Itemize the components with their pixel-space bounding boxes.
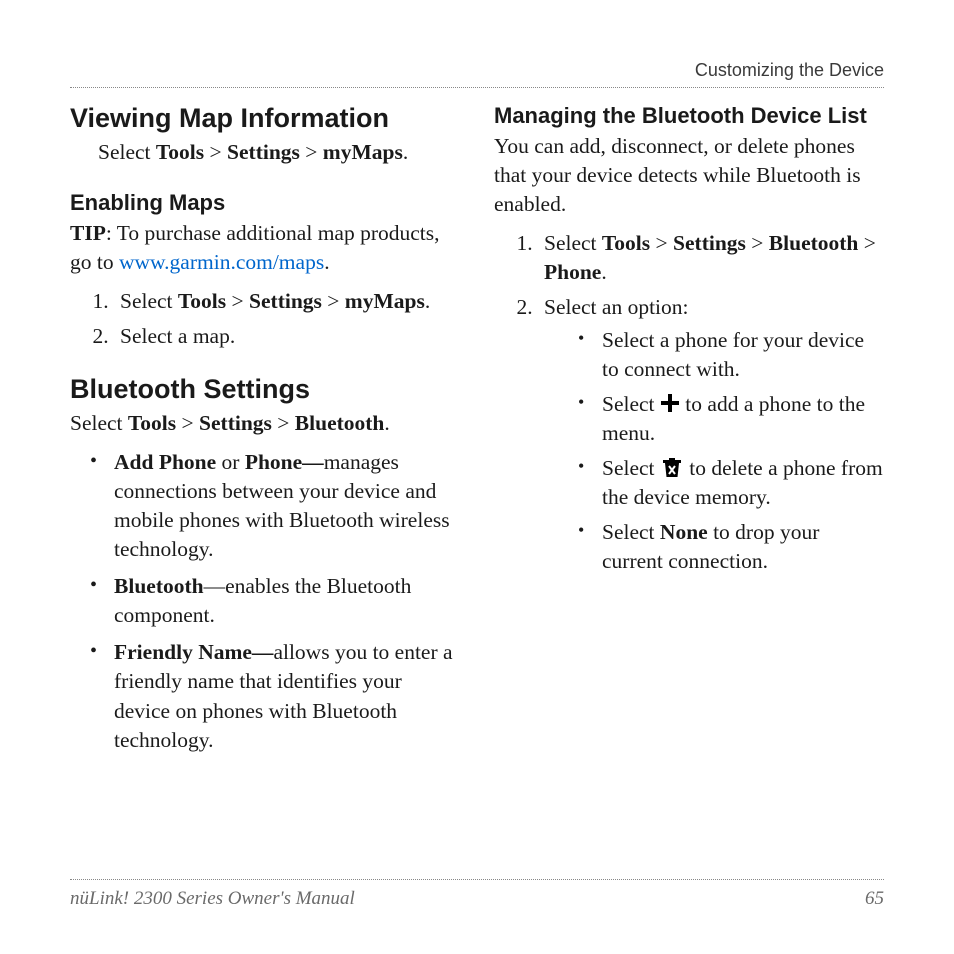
breadcrumb-period: . (601, 260, 606, 284)
list-item: Friendly Name—allows you to enter a frie… (86, 638, 460, 754)
breadcrumb-sep: > (322, 289, 345, 313)
plus-icon (660, 392, 680, 412)
managing-steps: Select Tools > Settings > Bluetooth > Ph… (494, 229, 884, 576)
option-bold: None (660, 520, 708, 544)
subheading-enabling-maps: Enabling Maps (70, 189, 460, 217)
list-item: Select None to drop your current connect… (574, 518, 884, 576)
list-item: Add Phone or Phone—manages connections b… (86, 448, 460, 564)
option-pre: Select (602, 392, 660, 416)
tip-period: . (324, 250, 329, 274)
manual-title: nüLink! 2300 Series Owner's Manual (70, 888, 355, 910)
breadcrumb-prefix: Select (98, 140, 156, 164)
right-column: Managing the Bluetooth Device List You c… (494, 102, 884, 763)
step-prefix: Select (544, 231, 602, 255)
setting-name: Friendly Name— (114, 640, 273, 664)
enabling-maps-steps: Select Tools > Settings > myMaps. Select… (70, 287, 460, 351)
breadcrumb-sep: > (650, 231, 673, 255)
trash-icon (660, 455, 684, 479)
breadcrumb-part: Settings (199, 411, 272, 435)
breadcrumb-viewing-map: Select Tools > Settings > myMaps. (70, 138, 460, 167)
breadcrumb-sep: > (176, 411, 199, 435)
list-item: Select a map. (114, 322, 460, 351)
managing-intro: You can add, disconnect, or delete phone… (494, 132, 884, 219)
step-prefix: Select (120, 289, 178, 313)
breadcrumb-part: myMaps (345, 289, 425, 313)
breadcrumb-part: Phone (544, 260, 601, 284)
breadcrumb-sep: > (746, 231, 769, 255)
breadcrumb-sep: > (226, 289, 249, 313)
page-footer: nüLink! 2300 Series Owner's Manual 65 (70, 879, 884, 910)
content-columns: Viewing Map Information Select Tools > S… (70, 102, 884, 763)
list-item: Select to add a phone to the menu. (574, 390, 884, 448)
breadcrumb-part: Settings (249, 289, 322, 313)
breadcrumb-period: . (384, 411, 389, 435)
breadcrumb-part: Bluetooth (769, 231, 859, 255)
list-item: Bluetooth—enables the Bluetooth componen… (86, 572, 460, 630)
setting-name: Add Phone (114, 450, 216, 474)
breadcrumb-part: Settings (227, 140, 300, 164)
breadcrumb-part: Tools (178, 289, 226, 313)
page-container: Customizing the Device Viewing Map Infor… (0, 0, 954, 954)
running-head: Customizing the Device (70, 60, 884, 88)
tip-label: TIP (70, 221, 106, 245)
option-pre: Select (602, 520, 660, 544)
list-item: Select Tools > Settings > myMaps. (114, 287, 460, 316)
subheading-managing-bluetooth: Managing the Bluetooth Device List (494, 102, 884, 130)
left-column: Viewing Map Information Select Tools > S… (70, 102, 460, 763)
section-heading-bluetooth-settings: Bluetooth Settings (70, 373, 460, 405)
breadcrumb-part: myMaps (323, 140, 403, 164)
section-heading-viewing-map: Viewing Map Information (70, 102, 460, 134)
breadcrumb-sep: > (300, 140, 323, 164)
list-item: Select to delete a phone from the device… (574, 454, 884, 512)
breadcrumb-part: Bluetooth (295, 411, 385, 435)
breadcrumb-bluetooth: Select Tools > Settings > Bluetooth. (70, 409, 460, 438)
step-text: Select an option: (544, 295, 689, 319)
breadcrumb-part: Settings (673, 231, 746, 255)
page-number: 65 (865, 888, 884, 910)
garmin-maps-link[interactable]: www.garmin.com/maps (119, 250, 324, 274)
setting-name: Phone— (245, 450, 324, 474)
breadcrumb-sep: > (858, 231, 876, 255)
breadcrumb-sep: > (272, 411, 295, 435)
tip-paragraph: TIP: To purchase additional map products… (70, 219, 460, 277)
breadcrumb-prefix: Select (70, 411, 128, 435)
setting-name: Bluetooth (114, 574, 204, 598)
breadcrumb-period: . (425, 289, 430, 313)
option-pre: Select (602, 456, 660, 480)
breadcrumb-part: Tools (128, 411, 176, 435)
list-item: Select Tools > Settings > Bluetooth > Ph… (538, 229, 884, 287)
bluetooth-settings-list: Add Phone or Phone—manages connections b… (70, 448, 460, 754)
breadcrumb-part: Tools (156, 140, 204, 164)
setting-or: or (216, 450, 245, 474)
list-item: Select an option: Select a phone for you… (538, 293, 884, 576)
list-item: Select a phone for your device to connec… (574, 326, 884, 384)
breadcrumb-sep: > (204, 140, 227, 164)
breadcrumb-period: . (403, 140, 408, 164)
breadcrumb-part: Tools (602, 231, 650, 255)
option-sublist: Select a phone for your device to connec… (544, 326, 884, 576)
